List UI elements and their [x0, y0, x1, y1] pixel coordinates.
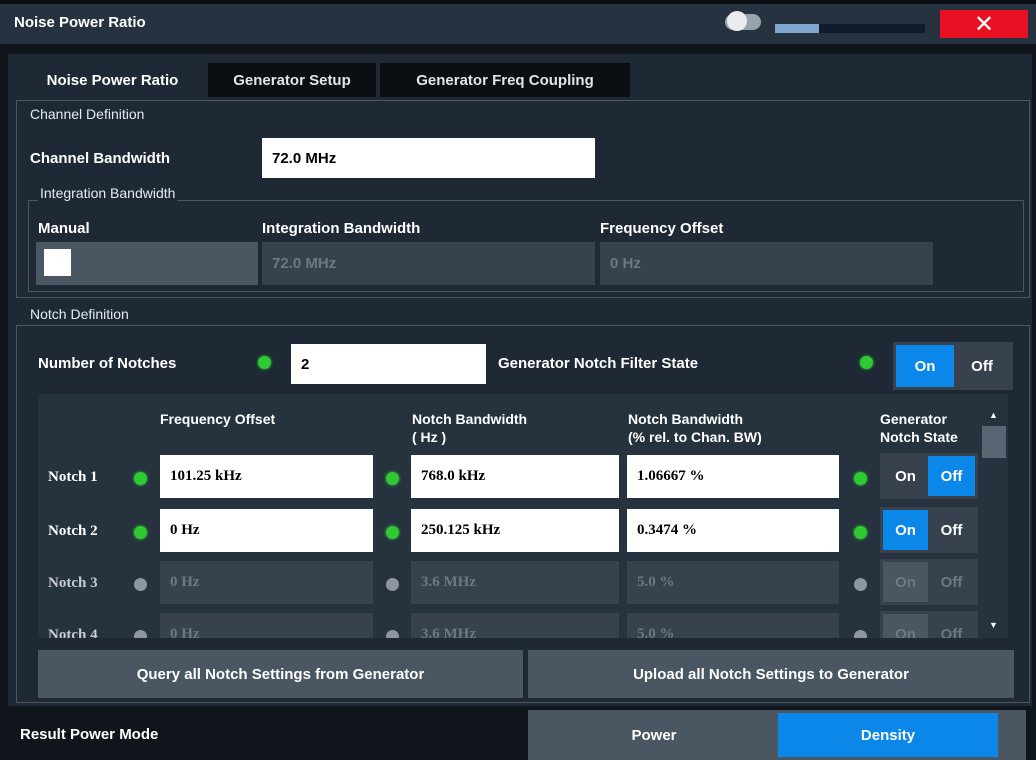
- density-option-button[interactable]: Density: [778, 713, 998, 757]
- integration-bandwidth-group-label: Integration Bandwidth: [38, 185, 178, 201]
- notch-2-bandwidth-hz[interactable]: 250.125 kHz: [411, 509, 619, 552]
- notch-2-bw-led: [386, 526, 399, 539]
- notch-4-off-button: Off: [940, 625, 963, 639]
- notch-4-freq-led: [134, 630, 147, 638]
- frequency-offset-label: Frequency Offset: [600, 220, 724, 237]
- progress-fill: [775, 24, 819, 33]
- filter-state-on-button[interactable]: On: [896, 345, 954, 387]
- notch-4-frequency-offset: 0 Hz: [160, 613, 373, 638]
- scrollbar-thumb[interactable]: [982, 426, 1006, 458]
- col-notch-bandwidth: Notch Bandwidth: [412, 411, 528, 427]
- frequency-offset-field: 0 Hz: [600, 242, 933, 285]
- notch-2-frequency-offset[interactable]: 0 Hz: [160, 509, 373, 552]
- col-notch-bandwidth-rel: Notch Bandwidth: [628, 411, 744, 427]
- col-frequency-offset: Frequency Offset: [160, 411, 276, 427]
- notch-1-bw-led: [386, 472, 399, 485]
- notch-3-off-button: Off: [940, 573, 963, 591]
- notch-3-bw-led: [386, 578, 399, 591]
- manual-checkbox[interactable]: [44, 249, 71, 276]
- manual-label: Manual: [38, 220, 90, 237]
- notch-2-freq-led: [134, 526, 147, 539]
- toggle-knob[interactable]: [727, 11, 747, 31]
- progress-bar: [775, 24, 925, 33]
- tab-noise-power-ratio[interactable]: Noise Power Ratio: [20, 63, 205, 97]
- notch-2-off-button[interactable]: Off: [928, 510, 975, 550]
- generator-notch-filter-state-label: Generator Notch Filter State: [498, 355, 699, 372]
- col-generator-notch-state-2: Notch State: [880, 429, 958, 445]
- notch-3-bandwidth-rel: 5.0 %: [627, 561, 839, 604]
- power-option-button[interactable]: Power: [530, 713, 778, 757]
- scroll-up-icon[interactable]: ▲: [989, 410, 998, 420]
- notch-1-freq-led: [134, 472, 147, 485]
- notch-2-state-led: [854, 526, 867, 539]
- notch-4-state-led: [854, 630, 867, 638]
- col-notch-bandwidth-rel-unit: (% rel. to Chan. BW): [628, 429, 762, 445]
- close-button[interactable]: ✕: [940, 10, 1028, 38]
- notch-1-bandwidth-hz[interactable]: 768.0 kHz: [411, 455, 619, 498]
- tab-generator-setup[interactable]: Generator Setup: [208, 63, 376, 97]
- notch-2-label: Notch 2: [48, 523, 98, 539]
- upload-notch-settings-button[interactable]: Upload all Notch Settings to Generator: [528, 650, 1014, 698]
- notch-1-off-button[interactable]: Off: [928, 456, 975, 496]
- result-power-mode-label: Result Power Mode: [20, 726, 159, 743]
- notch-definition-label: Notch Definition: [30, 306, 129, 322]
- number-of-notches-field[interactable]: 2: [291, 344, 486, 384]
- notch-2-on-button[interactable]: On: [883, 510, 928, 550]
- tab-generator-freq-coupling[interactable]: Generator Freq Coupling: [380, 63, 630, 97]
- notch-count-led: [258, 356, 271, 369]
- col-notch-bandwidth-unit: ( Hz ): [412, 429, 447, 445]
- notch-1-on-button[interactable]: On: [883, 456, 928, 496]
- notch-4-label: Notch 4: [48, 627, 98, 638]
- channel-bandwidth-label: Channel Bandwidth: [30, 150, 170, 167]
- notch-1-frequency-offset[interactable]: 101.25 kHz: [160, 455, 373, 498]
- notch-3-state-led: [854, 578, 867, 591]
- manual-checkbox-container[interactable]: [36, 242, 258, 285]
- notch-4-bandwidth-rel: 5.0 %: [627, 613, 839, 638]
- scroll-down-icon[interactable]: ▼: [989, 620, 998, 630]
- notch-table: Frequency Offset Notch Bandwidth ( Hz ) …: [38, 394, 1008, 638]
- notch-1-label: Notch 1: [48, 469, 98, 485]
- notch-1-state-led: [854, 472, 867, 485]
- notch-3-label: Notch 3: [48, 575, 98, 591]
- title-bar: [0, 0, 1036, 44]
- integration-bandwidth-field: 72.0 MHz: [262, 242, 595, 285]
- close-icon: ✕: [973, 10, 995, 38]
- query-notch-settings-button[interactable]: Query all Notch Settings from Generator: [38, 650, 523, 698]
- channel-bandwidth-field[interactable]: 72.0 MHz: [262, 138, 595, 178]
- notch-1-bandwidth-rel[interactable]: 1.06667 %: [627, 455, 839, 498]
- notch-2-bandwidth-rel[interactable]: 0.3474 %: [627, 509, 839, 552]
- col-generator-notch-state: Generator: [880, 411, 947, 427]
- notch-4-bw-led: [386, 630, 399, 638]
- notch-3-frequency-offset: 0 Hz: [160, 561, 373, 604]
- integration-bandwidth-label: Integration Bandwidth: [262, 220, 421, 237]
- channel-definition-label: Channel Definition: [30, 106, 145, 122]
- number-of-notches-label: Number of Notches: [38, 355, 177, 372]
- filter-state-led: [860, 356, 873, 369]
- notch-3-freq-led: [134, 578, 147, 591]
- filter-state-off-button[interactable]: Off: [954, 345, 1010, 387]
- window-title: Noise Power Ratio: [14, 14, 146, 31]
- notch-4-bandwidth-hz: 3.6 MHz: [411, 613, 619, 638]
- notch-3-on-button: On: [883, 562, 928, 602]
- notch-4-on-button: On: [883, 614, 928, 638]
- notch-3-bandwidth-hz: 3.6 MHz: [411, 561, 619, 604]
